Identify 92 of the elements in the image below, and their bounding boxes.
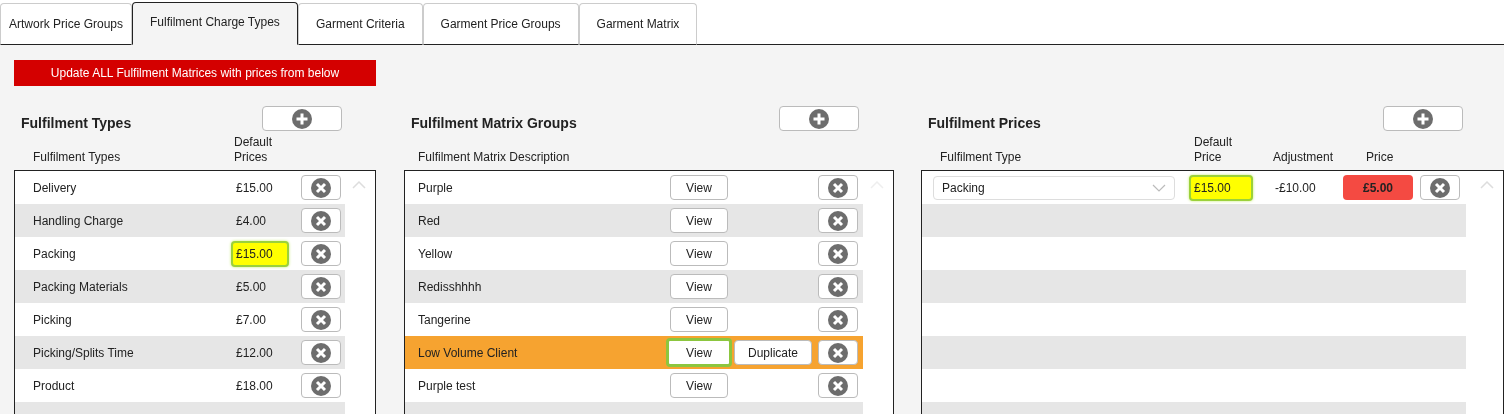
- close-icon: [311, 375, 331, 396]
- tab[interactable]: Fulfilment Charge Types: [132, 2, 298, 45]
- list-row[interactable]: Handling Charge £4.00: [15, 204, 345, 237]
- list-row[interactable]: Redisshhhh View: [405, 270, 863, 303]
- type-name: Delivery: [33, 180, 78, 195]
- column-header: Default Prices: [234, 135, 274, 164]
- group-name: Redisshhhh: [418, 279, 483, 294]
- close-icon: [311, 243, 331, 264]
- view-button[interactable]: View: [670, 208, 728, 233]
- price-text: £18.00: [235, 377, 274, 395]
- close-icon: [828, 243, 848, 264]
- close-icon: [311, 309, 331, 330]
- add-button[interactable]: [779, 106, 859, 131]
- delete-button[interactable]: [301, 241, 341, 266]
- type-name: Packing: [33, 246, 77, 261]
- price-text: £5.00: [235, 278, 268, 296]
- delete-button[interactable]: [818, 340, 858, 365]
- type-name: Packing Materials: [33, 279, 129, 294]
- delete-button[interactable]: [818, 307, 858, 332]
- update-all-button[interactable]: Update ALL Fulfilment Matrices with prices from below: [14, 60, 376, 86]
- price-text: £12.00: [235, 344, 274, 362]
- duplicate-button[interactable]: Duplicate: [734, 340, 812, 365]
- tab[interactable]: Garment Price Groups: [422, 3, 579, 45]
- add-button[interactable]: [1383, 106, 1463, 131]
- type-name: Product: [33, 378, 76, 393]
- price-button[interactable]: £5.00: [1343, 175, 1413, 200]
- group-name: Purple: [418, 180, 454, 195]
- close-icon: [311, 210, 331, 231]
- tab[interactable]: Artwork Price Groups: [0, 3, 133, 45]
- tab[interactable]: Garment Matrix: [578, 3, 698, 45]
- view-button[interactable]: View: [666, 338, 732, 367]
- panel-title: Fulfilment Types: [21, 115, 132, 131]
- column-header: Default Price: [1194, 135, 1234, 164]
- column-header: Fulfilment Type: [940, 149, 1022, 164]
- type-name: Handling Charge: [33, 213, 125, 228]
- delete-button[interactable]: [301, 274, 341, 299]
- delete-button[interactable]: [818, 175, 858, 200]
- view-button[interactable]: View: [670, 175, 728, 200]
- close-icon: [311, 342, 331, 363]
- delete-button[interactable]: [301, 208, 341, 233]
- delete-button[interactable]: [818, 274, 858, 299]
- column-header: Adjustment: [1273, 149, 1334, 164]
- delete-button[interactable]: [301, 175, 341, 200]
- list-row[interactable]: Low Volume Client View Duplicate: [405, 336, 863, 369]
- view-button[interactable]: View: [670, 373, 728, 398]
- close-icon: [828, 342, 848, 363]
- close-icon: [311, 276, 331, 297]
- price-text: £15.00: [235, 179, 274, 197]
- type-dropdown[interactable]: Packing: [933, 175, 1175, 200]
- tab[interactable]: Garment Criteria: [297, 3, 423, 45]
- adjustment-text: -£10.00: [1275, 180, 1317, 195]
- column-header: Price: [1366, 149, 1394, 164]
- delete-button[interactable]: [818, 208, 858, 233]
- group-name: Low Volume Client: [418, 345, 519, 360]
- chevron-down-icon: [1152, 183, 1166, 192]
- add-button[interactable]: [262, 106, 342, 131]
- default-price-field[interactable]: £15.00: [1189, 174, 1253, 201]
- delete-button[interactable]: [301, 340, 341, 365]
- view-button[interactable]: View: [670, 241, 728, 266]
- panel-title: Fulfilment Prices: [928, 115, 1041, 131]
- price-text: £15.00: [231, 240, 289, 267]
- price-text: £7.00: [235, 311, 268, 329]
- delete-button[interactable]: [301, 307, 341, 332]
- close-icon: [828, 375, 848, 396]
- panel-title: Fulfilment Matrix Groups: [411, 115, 577, 131]
- close-icon: [1430, 177, 1450, 198]
- list-row[interactable]: Picking/Splits Time £12.00: [15, 336, 345, 369]
- type-name: Picking: [33, 312, 73, 327]
- delete-button[interactable]: [301, 373, 341, 398]
- close-icon: [828, 309, 848, 330]
- view-button[interactable]: View: [670, 274, 728, 299]
- list-row[interactable]: Packing Materials £5.00: [15, 270, 345, 303]
- view-button[interactable]: View: [670, 307, 728, 332]
- close-icon: [828, 276, 848, 297]
- delete-button[interactable]: [1420, 175, 1460, 200]
- column-header: Fulfilment Types: [33, 149, 121, 164]
- close-icon: [828, 177, 848, 198]
- delete-button[interactable]: [818, 373, 858, 398]
- group-name: Purple test: [418, 378, 477, 393]
- plus-icon: [1413, 108, 1433, 129]
- list-row[interactable]: Red View: [405, 204, 863, 237]
- plus-icon: [292, 108, 312, 129]
- close-icon: [311, 177, 331, 198]
- close-icon: [828, 210, 848, 231]
- type-name: Picking/Splits Time: [33, 345, 135, 360]
- delete-button[interactable]: [818, 241, 858, 266]
- price-text: £4.00: [235, 212, 268, 230]
- group-name: Tangerine: [418, 312, 472, 327]
- group-name: Yellow: [418, 246, 454, 261]
- plus-icon: [809, 108, 829, 129]
- column-header: Fulfilment Matrix Description: [418, 149, 570, 164]
- group-name: Red: [418, 213, 441, 228]
